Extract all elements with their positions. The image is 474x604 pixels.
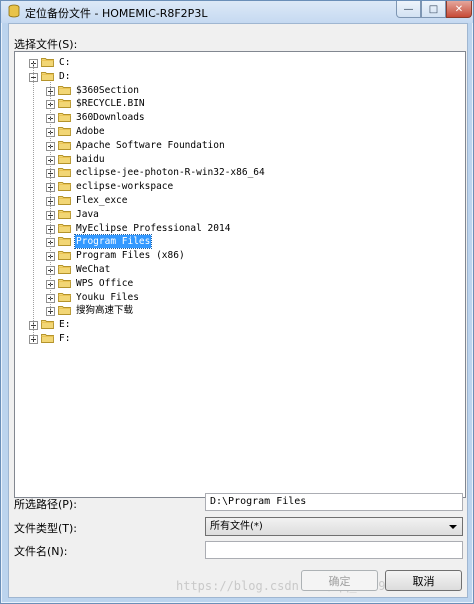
folder-icon: [58, 250, 71, 261]
tree-drive-f[interactable]: F:: [15, 332, 455, 345]
folder-icon: [41, 57, 54, 67]
tree-item-label: Java: [76, 208, 99, 220]
tree-item-label: Youku Files: [76, 291, 139, 303]
tree-item-label: Program Files (x86): [76, 250, 185, 262]
minimize-icon: —: [403, 3, 414, 15]
tree-folder-item[interactable]: MyEclipse Professional 2014: [15, 222, 455, 235]
tree-folder-item[interactable]: Flex_exce: [15, 194, 455, 207]
minimize-button[interactable]: —: [396, 1, 421, 18]
folder-icon: [58, 305, 71, 316]
tree-item-label: $360Section: [76, 84, 139, 96]
tree-item-label: C:: [59, 57, 71, 68]
folder-tree[interactable]: C: D: $360Section $RECYCLE.BIN 360Downloads A…: [14, 51, 466, 498]
tree-folder-item[interactable]: 搜狗高速下载: [15, 304, 455, 317]
tree-folder-item[interactable]: WPS Office: [15, 277, 455, 290]
tree-folder-item[interactable]: eclipse-workspace: [15, 180, 455, 193]
tree-item-label: WeChat: [76, 264, 111, 275]
tree-folder-item[interactable]: 360Downloads: [15, 111, 455, 124]
folder-icon: [58, 292, 71, 302]
tree-item-label: $RECYCLE.BIN: [76, 98, 145, 110]
close-button[interactable]: ✕: [446, 1, 472, 18]
tree-item-label: eclipse-jee-photon-R-win32-x86_64: [76, 167, 265, 179]
tree-item-label: Program Files: [73, 234, 153, 250]
tree-folder-item[interactable]: $RECYCLE.BIN: [15, 97, 455, 110]
folder-icon: [58, 126, 71, 136]
database-icon: [8, 4, 20, 18]
tree-item-label: 搜狗高速下载: [76, 305, 134, 317]
file-type-value: 所有文件(*): [210, 521, 263, 532]
tree-item-label: MyEclipse Professional 2014: [76, 222, 231, 234]
title-bar[interactable]: 定位备份文件 - HOMEMIC-R8F2P3L — □ ✕: [1, 1, 473, 23]
folder-icon: [58, 167, 71, 178]
tree-item-label: Apache Software Foundation: [76, 139, 225, 151]
file-type-label: 文件类型(T):: [14, 522, 78, 535]
tree-item-label: F:: [59, 333, 71, 344]
tree-item-label: Adobe: [76, 126, 105, 137]
cancel-button-label: 取消: [412, 574, 435, 588]
tree-folder-item[interactable]: Program Files (x86): [15, 249, 455, 262]
tree-item-label: E:: [59, 319, 71, 331]
tree-folder-item[interactable]: eclipse-jee-photon-R-win32-x86_64: [15, 166, 455, 179]
folder-icon: [41, 319, 54, 330]
selected-path-label: 所选路径(P):: [14, 498, 77, 511]
window-title: 定位备份文件 - HOMEMIC-R8F2P3L: [25, 7, 208, 20]
tree-folder-item[interactable]: baidu: [15, 153, 455, 166]
maximize-icon: □: [428, 3, 439, 15]
ok-button[interactable]: 确定: [301, 570, 378, 591]
file-name-label: 文件名(N):: [14, 545, 68, 558]
tree-item-label: Flex_exce: [76, 195, 128, 206]
folder-icon: [58, 209, 71, 219]
maximize-button[interactable]: □: [421, 1, 446, 18]
watermark: https://blog.csdn.net/qq_43499035: [176, 579, 415, 593]
folder-icon: [58, 264, 71, 274]
folder-icon: [41, 71, 54, 81]
folder-icon: [58, 98, 71, 109]
folder-icon: [58, 236, 71, 247]
tree-drive-e[interactable]: E:: [15, 318, 455, 331]
tree-item-label: eclipse-workspace: [76, 181, 174, 193]
tree-item-label: 360Downloads: [76, 112, 145, 124]
dialog-window: 定位备份文件 - HOMEMIC-R8F2P3L — □ ✕ 选择文件(S): …: [0, 0, 474, 604]
folder-icon: [58, 140, 71, 150]
select-file-label: 选择文件(S):: [14, 38, 78, 51]
ok-button-label: 确定: [328, 574, 351, 588]
tree-item-label: D:: [59, 70, 71, 82]
tree-folder-item[interactable]: Youku Files: [15, 291, 455, 304]
folder-icon: [58, 154, 71, 164]
tree-folder-item[interactable]: Program Files: [15, 234, 455, 250]
dialog-client: 选择文件(S): C: D: $360Section $RECYCLE.BIN 360D…: [8, 23, 468, 598]
folder-icon: [58, 278, 71, 288]
cancel-button[interactable]: 取消: [385, 570, 462, 591]
tree-drive-d[interactable]: D:: [15, 70, 455, 83]
folder-icon: [58, 223, 71, 233]
tree-connector: [33, 63, 35, 339]
tree-folder-item[interactable]: Apache Software Foundation: [15, 139, 455, 152]
file-type-select[interactable]: 所有文件(*): [205, 517, 463, 536]
chevron-down-icon: [449, 525, 457, 529]
tree-folder-item[interactable]: Java: [15, 208, 455, 221]
folder-icon: [41, 333, 54, 343]
folder-icon: [58, 112, 71, 123]
tree-item-label: WPS Office: [76, 277, 134, 289]
selected-path-field[interactable]: D:\Program Files: [205, 493, 463, 511]
tree-folder-item[interactable]: $360Section: [15, 84, 455, 97]
file-name-field[interactable]: [205, 541, 463, 559]
tree-drive-c[interactable]: C:: [15, 56, 455, 69]
close-icon: ✕: [454, 3, 464, 15]
tree-connector: [50, 81, 52, 312]
folder-icon: [58, 181, 71, 192]
folder-icon: [58, 195, 71, 205]
tree-folder-item[interactable]: Adobe: [15, 125, 455, 138]
tree-item-label: baidu: [76, 153, 105, 165]
tree-folder-item[interactable]: WeChat: [15, 263, 455, 276]
folder-icon: [58, 85, 71, 95]
